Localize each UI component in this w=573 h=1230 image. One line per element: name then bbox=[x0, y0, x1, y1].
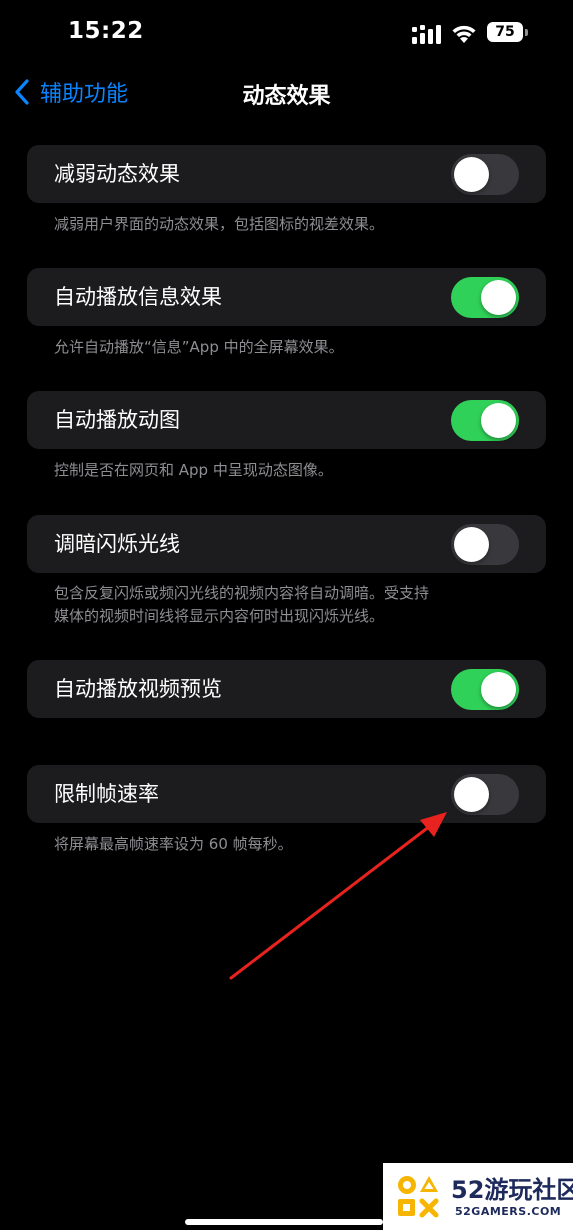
battery-icon: 75 bbox=[487, 22, 529, 44]
watermark-name: 游玩社区 bbox=[484, 1176, 573, 1204]
setting-label: 自动播放视频预览 bbox=[54, 677, 222, 701]
footer-line: 媒体的视频时间线将显示内容何时出现闪烁光线。 bbox=[54, 607, 385, 625]
cellular-signal-icon bbox=[412, 25, 441, 44]
reduce-motion-footer: 减弱用户界面的动态效果，包括图标的视差效果。 bbox=[54, 215, 385, 233]
auto-play-video-previews-toggle[interactable] bbox=[451, 669, 519, 710]
watermark-subtitle: 52GAMERS.COM bbox=[455, 1205, 562, 1218]
watermark-number: 52 bbox=[451, 1176, 485, 1204]
setting-label: 限制帧速率 bbox=[54, 782, 159, 806]
setting-auto-play-message-effects: 自动播放信息效果 bbox=[27, 268, 546, 326]
watermark: 52游玩社区 52GAMERS.COM bbox=[383, 1163, 573, 1230]
setting-label: 调暗闪烁光线 bbox=[54, 532, 180, 556]
footer-line: 包含反复闪烁或频闪光线的视频内容将自动调暗。受支持 bbox=[54, 584, 430, 602]
page-title: 动态效果 bbox=[242, 84, 331, 109]
setting-auto-play-animated-images: 自动播放动图 bbox=[27, 391, 546, 449]
limit-frame-rate-footer: 将屏幕最高帧速率设为 60 帧每秒。 bbox=[54, 835, 293, 853]
wifi-icon bbox=[452, 25, 476, 43]
watermark-title: 52游玩社区 bbox=[451, 1170, 573, 1205]
setting-label: 自动播放信息效果 bbox=[54, 285, 222, 309]
limit-frame-rate-toggle[interactable] bbox=[451, 774, 519, 815]
setting-label: 减弱动态效果 bbox=[54, 162, 180, 186]
setting-limit-frame-rate: 限制帧速率 bbox=[27, 765, 546, 823]
auto-play-message-effects-toggle[interactable] bbox=[451, 277, 519, 318]
dim-flashing-lights-toggle[interactable] bbox=[451, 524, 519, 565]
status-time: 15:22 bbox=[68, 18, 144, 44]
reduce-motion-toggle[interactable] bbox=[451, 154, 519, 195]
setting-label: 自动播放动图 bbox=[54, 408, 180, 432]
home-indicator[interactable] bbox=[185, 1219, 383, 1225]
battery-percent: 75 bbox=[495, 24, 515, 40]
playstation-buttons-logo-icon bbox=[398, 1176, 439, 1218]
setting-dim-flashing-lights: 调暗闪烁光线 bbox=[27, 515, 546, 573]
setting-reduce-motion: 减弱动态效果 bbox=[27, 145, 546, 203]
dim-flashing-lights-footer: 包含反复闪烁或频闪光线的视频内容将自动调暗。受支持 媒体的视频时间线将显示内容何… bbox=[54, 582, 524, 628]
status-bar: 15:22 75 bbox=[0, 0, 573, 64]
auto-play-message-effects-footer: 允许自动播放“信息”App 中的全屏幕效果。 bbox=[54, 338, 344, 356]
auto-play-animated-images-footer: 控制是否在网页和 App 中呈现动态图像。 bbox=[54, 461, 333, 479]
setting-auto-play-video-previews: 自动播放视频预览 bbox=[27, 660, 546, 718]
auto-play-animated-images-toggle[interactable] bbox=[451, 400, 519, 441]
navigation-bar: 辅助功能 动态效果 bbox=[0, 64, 573, 120]
